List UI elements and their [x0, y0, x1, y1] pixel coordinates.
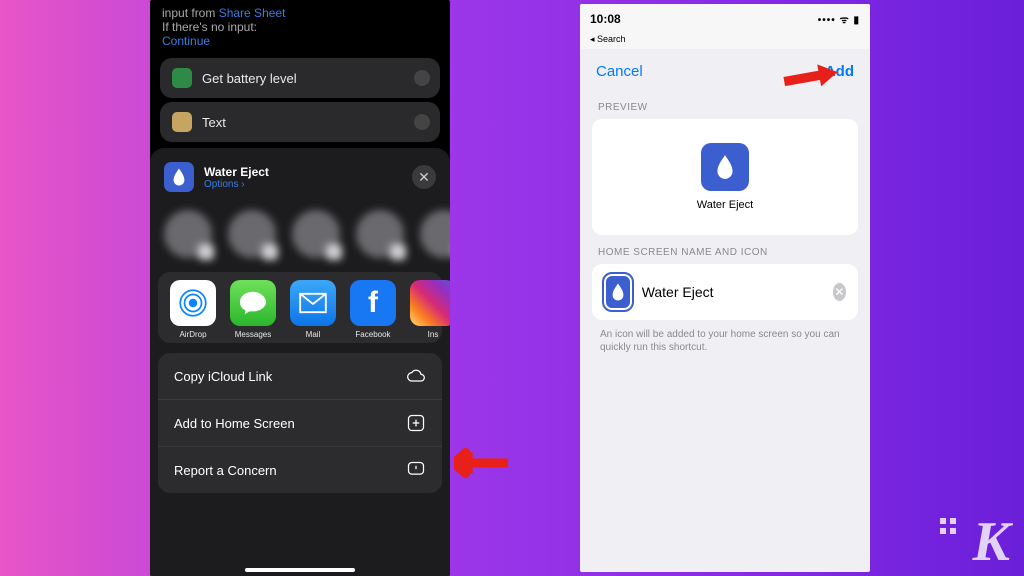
- shortcut-name-input[interactable]: [642, 284, 823, 300]
- share-app-airdrop[interactable]: AirDrop: [168, 280, 218, 339]
- contact-avatar[interactable]: [420, 210, 450, 258]
- name-input-card: ✕: [592, 264, 858, 320]
- callout-arrow-add-home: [454, 448, 510, 478]
- footer-description: An icon will be added to your home scree…: [592, 320, 858, 362]
- shortcut-app-icon: [164, 162, 194, 192]
- contact-avatar[interactable]: [164, 210, 212, 258]
- battery-icon: [172, 68, 192, 88]
- preview-name: Water Eject: [697, 199, 753, 211]
- status-time: 10:08: [590, 12, 621, 26]
- facebook-icon: f: [350, 280, 396, 326]
- share-options-link[interactable]: Options ›: [204, 179, 269, 190]
- cancel-button[interactable]: Cancel: [596, 63, 643, 80]
- app-label: AirDrop: [168, 330, 218, 339]
- clear-input-button[interactable]: ✕: [833, 283, 846, 301]
- action-label: Report a Concern: [174, 463, 277, 478]
- battery-label: Get battery level: [202, 71, 297, 86]
- contact-avatar[interactable]: [228, 210, 276, 258]
- add-to-home-screen-row[interactable]: Add to Home Screen: [158, 400, 442, 447]
- remove-action-icon: [414, 114, 430, 130]
- cloud-icon: [406, 366, 426, 386]
- contact-avatar[interactable]: [356, 210, 404, 258]
- input-from-label: input from: [162, 6, 215, 20]
- share-actions-panel: Copy iCloud Link Add to Home Screen Repo…: [158, 353, 442, 493]
- logo-dots: [940, 518, 956, 534]
- text-icon: [172, 112, 192, 132]
- app-label: Messages: [228, 330, 278, 339]
- instagram-icon: [410, 280, 450, 326]
- action-label: Copy iCloud Link: [174, 369, 272, 384]
- share-app-messages[interactable]: Messages: [228, 280, 278, 339]
- preview-card: Water Eject: [592, 119, 858, 235]
- back-search-link[interactable]: ◂ Search: [580, 34, 870, 49]
- status-icons: •••• ᯤ ▮: [818, 12, 860, 26]
- share-title: Water Eject: [204, 165, 269, 179]
- app-label: Mail: [288, 330, 338, 339]
- share-app-instagram[interactable]: Ins: [408, 280, 450, 339]
- app-label: Ins: [408, 330, 450, 339]
- copy-icloud-link-row[interactable]: Copy iCloud Link: [158, 353, 442, 400]
- report-concern-row[interactable]: Report a Concern: [158, 447, 442, 493]
- share-sheet-panel: Water Eject Options › ✕ AirDrop: [150, 148, 450, 576]
- close-share-button[interactable]: ✕: [412, 165, 436, 189]
- continue-link: Continue: [162, 34, 210, 48]
- share-app-facebook[interactable]: f Facebook: [348, 280, 398, 339]
- plus-square-icon: [406, 413, 426, 433]
- mail-icon: [290, 280, 336, 326]
- report-icon: [406, 460, 426, 480]
- preview-app-icon: [701, 143, 749, 191]
- remove-action-icon: [414, 70, 430, 86]
- icon-picker-button[interactable]: [604, 274, 632, 310]
- status-bar: 10:08 •••• ᯤ ▮: [580, 4, 870, 34]
- action-get-battery: Get battery level: [160, 58, 440, 98]
- share-apps-panel: AirDrop Messages Mail f Facebook: [158, 272, 442, 343]
- shortcut-header-dimmed: input from Share Sheet If there's no inp…: [150, 0, 450, 54]
- no-input-label: If there's no input:: [162, 20, 257, 34]
- app-label: Facebook: [348, 330, 398, 339]
- home-indicator: [245, 568, 355, 572]
- site-logo: K: [973, 510, 1010, 574]
- preview-header: PREVIEW: [592, 90, 858, 119]
- phone-left-shortcuts: input from Share Sheet If there's no inp…: [150, 0, 450, 576]
- action-label: Add to Home Screen: [174, 416, 295, 431]
- name-icon-header: HOME SCREEN NAME AND ICON: [592, 235, 858, 264]
- messages-icon: [230, 280, 276, 326]
- action-text: Text: [160, 102, 440, 142]
- share-sheet-link: Share Sheet: [219, 6, 286, 20]
- text-label: Text: [202, 115, 226, 130]
- share-contacts-row: [150, 202, 450, 272]
- airdrop-icon: [170, 280, 216, 326]
- contact-avatar[interactable]: [292, 210, 340, 258]
- share-app-mail[interactable]: Mail: [288, 280, 338, 339]
